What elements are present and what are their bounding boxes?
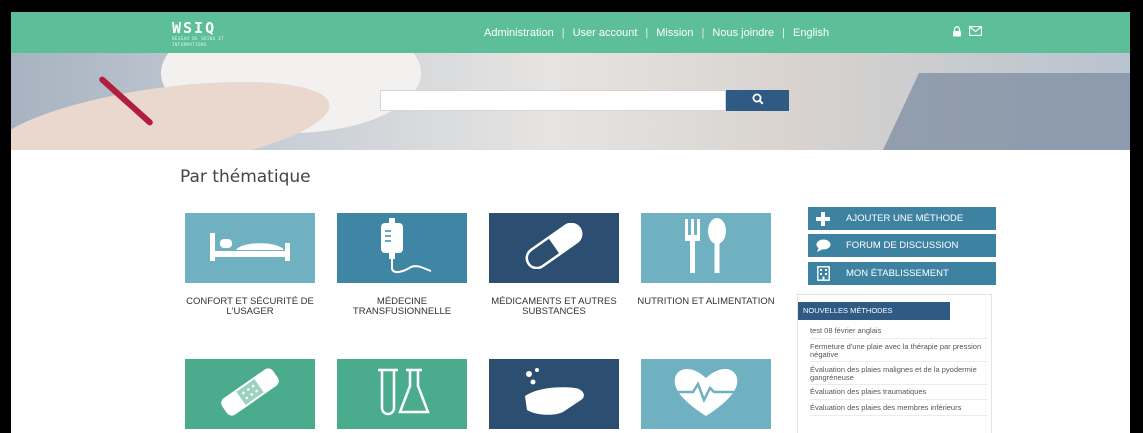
top-icons bbox=[952, 26, 982, 37]
logo-tagline: RÉSEAU DE SOINS ET INFORMATIONS bbox=[172, 36, 225, 47]
tile-label-nutrition[interactable]: NUTRITION ET ALIMENTATION bbox=[631, 297, 781, 307]
tile-label-medicaments[interactable]: MÉDICAMENTS ET AUTRES SUBSTANCES bbox=[479, 297, 629, 317]
tile-cardio[interactable] bbox=[641, 359, 771, 429]
add-method-button[interactable]: AJOUTER UNE MÉTHODE bbox=[808, 207, 996, 230]
my-establishment-label: MON ÉTABLISSEMENT bbox=[846, 268, 949, 279]
tile-confort-securite[interactable] bbox=[185, 213, 315, 283]
add-method-label: AJOUTER UNE MÉTHODE bbox=[846, 213, 964, 224]
my-establishment-button[interactable]: MON ÉTABLISSEMENT bbox=[808, 262, 996, 285]
bed-icon bbox=[208, 229, 292, 268]
chat-bubble-icon bbox=[808, 239, 838, 252]
lab-flask-icon bbox=[372, 366, 432, 423]
plus-icon bbox=[808, 211, 838, 226]
heart-pulse-icon bbox=[671, 364, 741, 425]
section-title: Par thématique bbox=[180, 167, 311, 187]
news-item[interactable]: Évaluation des plaies traumatiques bbox=[810, 388, 988, 400]
lock-icon[interactable] bbox=[952, 26, 962, 37]
hand-wash-icon bbox=[517, 366, 591, 423]
search-input[interactable] bbox=[380, 90, 726, 111]
new-methods-panel: NOUVELLES MÉTHODES test 08 février angla… bbox=[797, 294, 992, 433]
news-item[interactable]: Évaluation des plaies malignes et de la … bbox=[810, 366, 988, 385]
new-methods-title: NOUVELLES MÉTHODES bbox=[798, 302, 950, 320]
search-bar bbox=[380, 90, 789, 111]
tile-hygiene[interactable] bbox=[489, 359, 619, 429]
search-icon bbox=[752, 93, 764, 108]
top-navigation-bar: WSIQ RÉSEAU DE SOINS ET INFORMATIONS Adm… bbox=[11, 12, 1130, 53]
nav-nous-joindre[interactable]: Nous joindre bbox=[712, 27, 774, 39]
logo-text: WSIQ bbox=[172, 19, 217, 37]
tile-label-confort-securite[interactable]: CONFORT ET SÉCURITÉ DE L'USAGER bbox=[175, 297, 325, 317]
hero-photo-decoration bbox=[863, 73, 1130, 150]
tile-laboratoire[interactable] bbox=[337, 359, 467, 429]
nav-english[interactable]: English bbox=[793, 27, 829, 39]
nav-user-account[interactable]: User account bbox=[573, 27, 638, 39]
forum-button[interactable]: FORUM DE DISCUSSION bbox=[808, 234, 996, 257]
pill-icon bbox=[519, 222, 589, 274]
tile-medecine-transfusionnelle[interactable] bbox=[337, 213, 467, 283]
mail-icon[interactable] bbox=[969, 26, 982, 37]
building-icon bbox=[808, 266, 838, 281]
search-button[interactable] bbox=[726, 90, 789, 111]
nav-separator: | bbox=[701, 27, 705, 39]
top-nav-links: Administration | User account | Mission … bbox=[484, 25, 829, 41]
bandage-icon bbox=[215, 366, 285, 423]
tile-nutrition[interactable] bbox=[641, 213, 771, 283]
tile-label-medecine-transfusionnelle[interactable]: MÉDECINE TRANSFUSIONNELLE bbox=[327, 297, 477, 317]
forum-label: FORUM DE DISCUSSION bbox=[846, 240, 959, 251]
fork-spoon-icon bbox=[679, 217, 733, 280]
tile-medicaments[interactable] bbox=[489, 213, 619, 283]
nav-separator: | bbox=[561, 27, 565, 39]
nav-administration[interactable]: Administration bbox=[484, 27, 554, 39]
tile-soins-plaies[interactable] bbox=[185, 359, 315, 429]
news-item[interactable]: Fermeture d'une plaie avec la thérapie p… bbox=[810, 343, 988, 362]
hero-banner bbox=[11, 53, 1130, 150]
news-item[interactable]: Évaluation des plaies des membres inféri… bbox=[810, 404, 988, 416]
site-logo[interactable]: WSIQ RÉSEAU DE SOINS ET INFORMATIONS bbox=[172, 19, 244, 48]
nav-separator: | bbox=[645, 27, 649, 39]
news-item[interactable]: test 08 février anglais bbox=[810, 327, 988, 339]
page: WSIQ RÉSEAU DE SOINS ET INFORMATIONS Adm… bbox=[11, 12, 1130, 433]
nav-separator: | bbox=[782, 27, 786, 39]
iv-bag-icon bbox=[367, 217, 437, 280]
nav-mission[interactable]: Mission bbox=[656, 27, 693, 39]
